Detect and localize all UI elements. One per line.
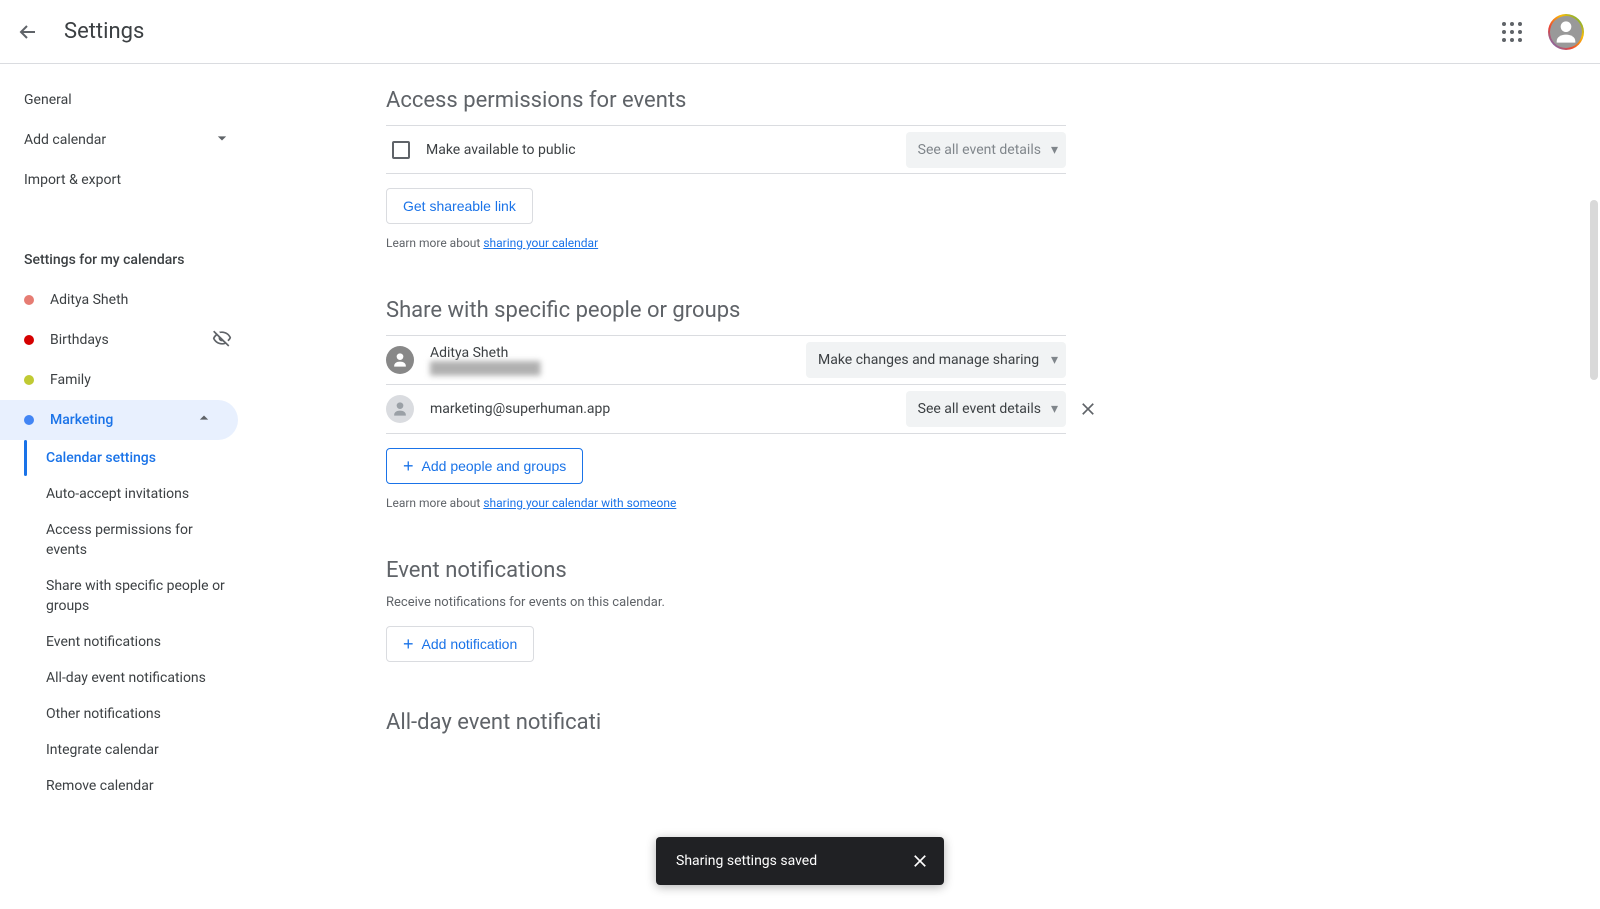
subnav-allday-notifications[interactable]: All-day event notifications — [26, 660, 256, 696]
sharing-learn-link[interactable]: sharing your calendar — [483, 236, 598, 250]
learn-more-text: Learn more about sharing your calendar — [386, 236, 1066, 250]
button-label: Add people and groups — [422, 458, 567, 474]
dropdown-value: See all event details — [918, 142, 1041, 158]
button-label: Add notification — [422, 636, 518, 652]
sidebar-spacer — [0, 200, 256, 240]
section-title: All-day event notificati — [386, 710, 1066, 735]
section-access-permissions: Access permissions for events Make avail… — [386, 88, 1066, 250]
toast-notification: Sharing settings saved — [656, 837, 944, 885]
visibility-off-icon — [212, 328, 232, 352]
account-avatar[interactable] — [1548, 14, 1584, 50]
section-event-notifications: Event notifications Receive notification… — [386, 558, 1066, 662]
public-row: Make available to public See all event d… — [386, 126, 1066, 174]
person-info: Aditya Sheth █████████████ — [430, 345, 790, 375]
dropdown-value: See all event details — [918, 401, 1041, 417]
add-notification-button[interactable]: + Add notification — [386, 626, 534, 662]
share-person-guest: marketing@superhuman.app See all event d… — [386, 385, 1066, 434]
subnav-calendar-settings[interactable]: Calendar settings — [26, 440, 256, 476]
visibility-dropdown[interactable]: See all event details ▾ — [906, 132, 1066, 168]
dropdown-value: Make changes and manage sharing — [818, 352, 1039, 368]
apps-launcher-icon[interactable] — [1492, 12, 1532, 52]
toast-close-button[interactable] — [908, 849, 932, 873]
subnav-other-notifications[interactable]: Other notifications — [26, 696, 256, 732]
public-checkbox[interactable] — [392, 141, 410, 159]
section-title: Share with specific people or groups — [386, 298, 1066, 336]
calendar-item-marketing[interactable]: Marketing — [0, 400, 238, 440]
subnav-share-specific[interactable]: Share with specific people or groups — [26, 568, 256, 624]
section-description: Receive notifications for events on this… — [386, 595, 1066, 610]
main-content: Access permissions for events Make avail… — [256, 64, 1600, 909]
section-allday-notifications: All-day event notificati — [386, 710, 1066, 735]
guest-permission-dropdown[interactable]: See all event details ▾ — [906, 391, 1066, 427]
app-header: Settings — [0, 0, 1600, 64]
chevron-down-icon — [212, 128, 232, 152]
subnav-access-permissions[interactable]: Access permissions for events — [26, 512, 256, 568]
sidebar-group-title: Settings for my calendars — [0, 240, 256, 280]
person-email: marketing@superhuman.app — [430, 401, 890, 417]
subnav-integrate-calendar[interactable]: Integrate calendar — [26, 732, 256, 768]
sharing-someone-learn-link[interactable]: sharing your calendar with someone — [483, 496, 676, 510]
calendar-color-dot — [24, 415, 34, 425]
calendar-item-family[interactable]: Family — [0, 360, 256, 400]
person-info: marketing@superhuman.app — [430, 401, 890, 417]
owner-permission-dropdown[interactable]: Make changes and manage sharing ▾ — [806, 342, 1066, 378]
calendar-item-birthdays[interactable]: Birthdays — [0, 320, 256, 360]
dropdown-arrow-icon: ▾ — [1051, 401, 1058, 417]
sidebar-item-general[interactable]: General — [0, 80, 256, 120]
dropdown-arrow-icon: ▾ — [1051, 352, 1058, 368]
section-title: Access permissions for events — [386, 88, 1066, 126]
toast-message: Sharing settings saved — [676, 853, 817, 869]
calendar-name: Birthdays — [50, 332, 109, 348]
share-person-owner: Aditya Sheth █████████████ Make changes … — [386, 336, 1066, 385]
person-avatar — [386, 346, 414, 374]
sidebar-item-add-calendar[interactable]: Add calendar — [0, 120, 256, 160]
sidebar-item-label: Add calendar — [24, 132, 106, 148]
section-title: Event notifications — [386, 558, 1066, 583]
plus-icon: + — [403, 634, 414, 655]
settings-sidebar: General Add calendar Import & export Set… — [0, 64, 256, 909]
public-label: Make available to public — [426, 142, 906, 158]
chevron-up-icon — [194, 408, 214, 432]
page-title: Settings — [64, 19, 144, 44]
plus-icon: + — [403, 456, 414, 477]
subnav-event-notifications[interactable]: Event notifications — [26, 624, 256, 660]
person-avatar-generic — [386, 395, 414, 423]
person-email-redacted: █████████████ — [430, 361, 790, 375]
calendar-name: Marketing — [50, 412, 113, 428]
header-right — [1492, 12, 1584, 52]
back-button[interactable] — [16, 20, 40, 44]
dropdown-arrow-icon: ▾ — [1051, 142, 1058, 158]
add-people-button[interactable]: + Add people and groups — [386, 448, 583, 484]
calendar-item-aditya[interactable]: Aditya Sheth — [0, 280, 256, 320]
learn-more-text: Learn more about sharing your calendar w… — [386, 496, 1066, 510]
calendar-color-dot — [24, 335, 34, 345]
person-name: Aditya Sheth — [430, 345, 790, 361]
section-share-specific: Share with specific people or groups Adi… — [386, 298, 1066, 510]
subnav-remove-calendar[interactable]: Remove calendar — [26, 768, 256, 804]
subnav-auto-accept[interactable]: Auto-accept invitations — [26, 476, 256, 512]
calendar-sub-nav: Calendar settings Auto-accept invitation… — [24, 440, 256, 804]
header-left: Settings — [16, 19, 144, 44]
scrollbar-thumb[interactable] — [1590, 200, 1598, 380]
calendar-color-dot — [24, 375, 34, 385]
remove-person-button[interactable] — [1076, 397, 1100, 421]
calendar-color-dot — [24, 295, 34, 305]
calendar-name: Aditya Sheth — [50, 292, 128, 308]
sidebar-item-import-export[interactable]: Import & export — [0, 160, 256, 200]
get-shareable-link-button[interactable]: Get shareable link — [386, 188, 533, 224]
calendar-name: Family — [50, 372, 91, 388]
